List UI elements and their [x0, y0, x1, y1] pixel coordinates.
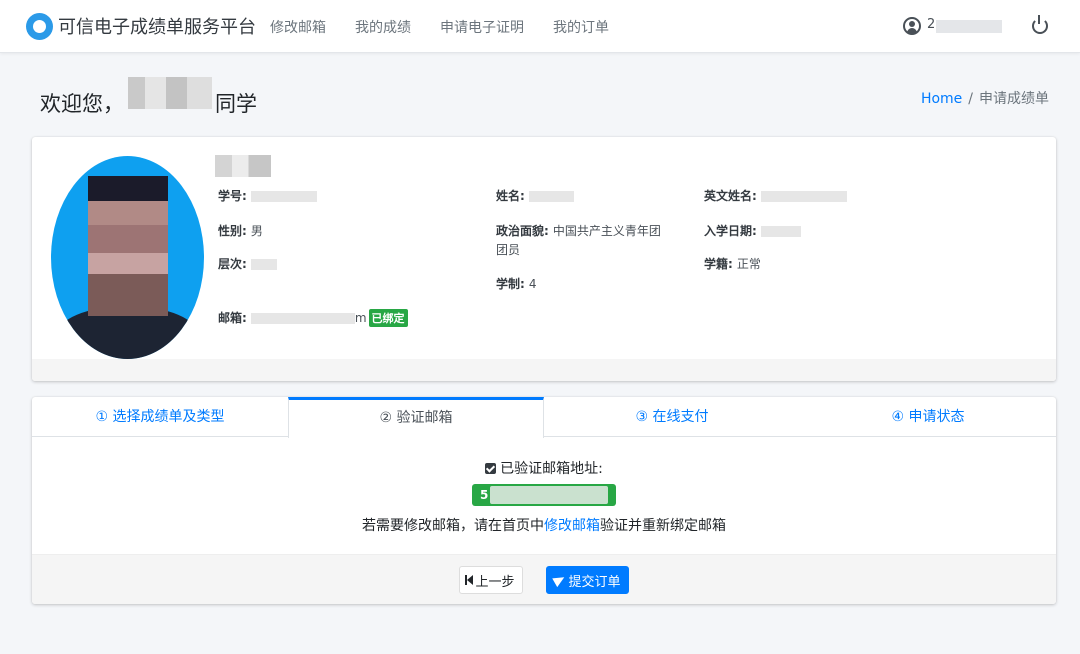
brand-logo-icon[interactable]: [26, 13, 53, 40]
checkbox-checked-icon: [485, 463, 497, 474]
profile-card-footer: [32, 359, 1056, 381]
breadcrumb-current: 申请成绩单: [979, 91, 1049, 107]
duration-value: 4: [528, 277, 537, 291]
nav-links: 修改邮箱 我的成绩 申请电子证明 我的订单: [270, 17, 638, 37]
application-steps-card: ① 选择成绩单及类型 ② 验证邮箱 ③ 在线支付 ④ 申请状态 已验证邮箱地址:…: [32, 397, 1056, 604]
hint-change-email-link[interactable]: 修改邮箱: [544, 518, 600, 534]
nav-link-apply-certificate[interactable]: 申请电子证明: [440, 17, 524, 37]
status-value: 正常: [736, 257, 761, 271]
email-label: 邮箱:: [218, 311, 247, 325]
english-name-label: 英文姓名:: [704, 189, 757, 203]
brand-title[interactable]: 可信电子成绩单服务平台: [58, 13, 256, 39]
breadcrumb: Home / 申请成绩单: [921, 88, 1049, 108]
email-tail: m: [354, 311, 367, 325]
name-redaction: [528, 191, 574, 202]
breadcrumb-separator: /: [968, 91, 973, 107]
top-navbar: 可信电子成绩单服务平台 修改邮箱 我的成绩 申请电子证明 我的订单 2: [0, 0, 1080, 53]
field-status: 学籍: 正常: [704, 255, 761, 272]
submit-order-label: 提交订单: [568, 574, 621, 590]
breadcrumb-home-link[interactable]: Home: [921, 91, 962, 107]
level-redaction: [250, 259, 277, 270]
student-photo: [51, 156, 204, 359]
photo-face-pixelated: [88, 176, 168, 316]
paper-plane-icon: [552, 572, 568, 588]
user-name[interactable]: 2: [927, 17, 935, 32]
hint-text-after: 验证并重新绑定邮箱: [600, 518, 726, 534]
name-label: 姓名:: [496, 189, 525, 203]
verified-email-redaction: [490, 486, 608, 504]
political-value-line2: 团员: [496, 243, 521, 257]
change-email-hint: 若需要修改邮箱，请在首页中修改邮箱验证并重新绑定邮箱: [32, 515, 1056, 535]
field-gender: 性别: 男: [218, 222, 263, 239]
field-english-name: 英文姓名:: [704, 187, 847, 204]
field-email: 邮箱: m 已绑定: [218, 309, 408, 327]
verified-email-line: 已验证邮箱地址:: [32, 458, 1056, 478]
nav-link-my-orders[interactable]: 我的订单: [553, 17, 609, 37]
hint-text-before: 若需要修改邮箱，请在首页中: [362, 518, 544, 534]
political-value-line1: 中国共产主义青年团: [552, 224, 661, 238]
english-name-redaction: [760, 191, 847, 202]
email-bound-badge: 已绑定: [368, 309, 408, 327]
student-id-label: 学号:: [218, 189, 247, 203]
gender-label: 性别:: [218, 224, 247, 238]
power-logout-icon[interactable]: [1032, 15, 1048, 34]
submit-order-button[interactable]: 提交订单: [546, 566, 629, 594]
steps-card-footer: 上一步 提交订单: [32, 554, 1056, 604]
level-label: 层次:: [218, 257, 247, 271]
profile-name-redaction: [215, 155, 271, 177]
field-name: 姓名:: [496, 187, 574, 204]
user-name-redaction: [936, 20, 1002, 33]
step-tabs: ① 选择成绩单及类型 ② 验证邮箱 ③ 在线支付 ④ 申请状态: [32, 397, 1056, 438]
welcome-suffix: 同学: [215, 92, 257, 116]
status-label: 学籍:: [704, 257, 733, 271]
student-name-redaction: [128, 77, 212, 109]
tab-verify-email[interactable]: ② 验证邮箱: [288, 397, 544, 438]
field-duration: 学制: 4: [496, 275, 536, 292]
previous-step-button[interactable]: 上一步: [459, 566, 523, 594]
profile-card: 学号: 性别: 男 层次: 邮箱: m 已绑定 姓名: 政治面貌: 中国共产主义青年团 …: [32, 137, 1056, 381]
verified-email-label: 已验证邮箱地址:: [500, 461, 603, 477]
field-student-id: 学号:: [218, 187, 317, 204]
tab-online-payment[interactable]: ③ 在线支付: [544, 397, 800, 437]
nav-link-my-grades[interactable]: 我的成绩: [355, 17, 411, 37]
verified-email-badge: 5: [472, 484, 616, 506]
field-enroll-date: 入学日期:: [704, 222, 801, 239]
duration-label: 学制:: [496, 277, 525, 291]
gender-value: 男: [250, 224, 263, 238]
field-level: 层次:: [218, 255, 277, 272]
step-backward-icon: [465, 575, 474, 585]
welcome-heading: 欢迎您，: [40, 92, 124, 116]
student-id-redaction: [250, 191, 317, 202]
field-political-status: 政治面貌: 中国共产主义青年团 团员: [496, 222, 661, 260]
tab-application-status[interactable]: ④ 申请状态: [800, 397, 1056, 437]
previous-step-label: 上一步: [475, 574, 515, 590]
enroll-date-redaction: [760, 226, 801, 237]
email-redaction: [250, 313, 355, 324]
verified-email-prefix: 5: [480, 488, 489, 502]
user-circle-icon[interactable]: [903, 17, 921, 35]
nav-link-change-email[interactable]: 修改邮箱: [270, 17, 326, 37]
enroll-date-label: 入学日期:: [704, 224, 757, 238]
political-label: 政治面貌:: [496, 224, 549, 238]
tab-select-transcript[interactable]: ① 选择成绩单及类型: [32, 397, 288, 437]
